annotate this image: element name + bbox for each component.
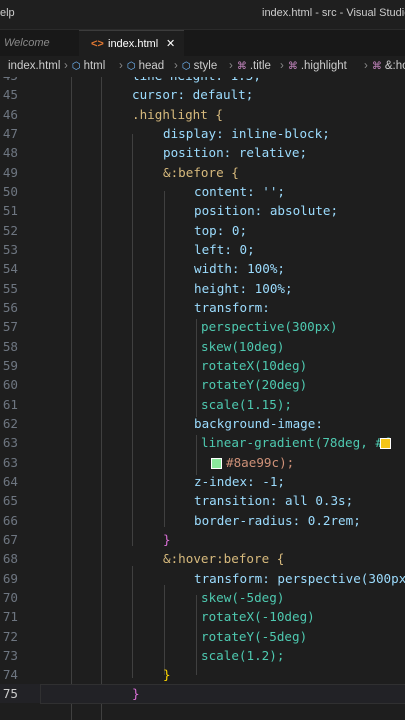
code-line[interactable]: 72 rotateY(-5deg) bbox=[0, 627, 405, 646]
color-swatch[interactable] bbox=[211, 458, 222, 469]
code-line[interactable]: 50 content: ''; bbox=[0, 182, 405, 201]
code-line[interactable]: 70 skew(-5deg) bbox=[0, 588, 405, 607]
tab-bar: Welcome <> index.html ✕ bbox=[0, 30, 405, 56]
code-line[interactable]: 46 .highlight { bbox=[0, 105, 405, 124]
selector-icon: ⌘ bbox=[371, 61, 382, 72]
breadcrumb-hover[interactable]: ›⌘&:ho bbox=[364, 60, 405, 72]
selector-icon: ⌘ bbox=[287, 61, 298, 72]
element-icon: ⬡ bbox=[71, 61, 81, 72]
code-line[interactable]: 67} bbox=[0, 530, 405, 549]
breadcrumb-file[interactable]: index.html bbox=[8, 60, 60, 72]
code-line[interactable]: 56 transform: bbox=[0, 298, 405, 317]
code-line[interactable]: 47 display: inline-block; bbox=[0, 124, 405, 143]
selector-icon: ⌘ bbox=[236, 61, 247, 72]
breadcrumb-head[interactable]: › ⬡ head bbox=[119, 60, 164, 72]
code-line[interactable]: 45 cursor: default; bbox=[0, 85, 405, 104]
code-line[interactable]: 63 linear-gradient(78deg, #f bbox=[0, 433, 405, 452]
html-file-icon: <> bbox=[91, 38, 104, 50]
code-line[interactable]: 57 perspective(300px) bbox=[0, 317, 405, 336]
code-line[interactable]: 64 z-index: -1; bbox=[0, 472, 405, 491]
code-line[interactable]: 58 skew(10deg) bbox=[0, 337, 405, 356]
menu-help[interactable]: elp bbox=[0, 7, 15, 19]
code-line[interactable]: 62 background-image: bbox=[0, 414, 405, 433]
breadcrumb-style[interactable]: › ⬡ style bbox=[174, 60, 217, 72]
code-line[interactable]: 45line-height: 1.5; bbox=[0, 77, 405, 85]
code-line[interactable]: 49 &:before { bbox=[0, 163, 405, 182]
code-line[interactable]: 53 left: 0; bbox=[0, 240, 405, 259]
code-line[interactable]: 48 position: relative; bbox=[0, 143, 405, 162]
code-line[interactable]: 69 transform: perspective(300px bbox=[0, 569, 405, 588]
tab-index-html[interactable]: <> index.html ✕ bbox=[79, 30, 184, 56]
code-line[interactable]: 54 width: 100%; bbox=[0, 259, 405, 278]
code-line[interactable]: 66 border-radius: 0.2rem; bbox=[0, 511, 405, 530]
code-line[interactable]: 68 &:hover:before { bbox=[0, 549, 405, 568]
window-title: index.html - src - Visual Studio bbox=[262, 7, 405, 19]
code-line[interactable]: 52 top: 0; bbox=[0, 221, 405, 240]
code-line[interactable]: 59 rotateX(10deg) bbox=[0, 356, 405, 375]
breadcrumb-highlight[interactable]: › ⌘ .highlight bbox=[280, 60, 347, 72]
code-line[interactable]: 63 #8ae99c); bbox=[0, 453, 405, 472]
current-line[interactable]: 75} bbox=[0, 684, 405, 704]
breadcrumb-html[interactable]: › ⬡ html bbox=[64, 60, 105, 72]
close-icon[interactable]: ✕ bbox=[166, 31, 175, 57]
tab-label: index.html bbox=[108, 38, 159, 50]
code-line[interactable]: 60 rotateY(20deg) bbox=[0, 375, 405, 394]
code-line[interactable]: 73 scale(1.2); bbox=[0, 646, 405, 665]
code-line[interactable]: 55 height: 100%; bbox=[0, 279, 405, 298]
breadcrumb: index.html › ⬡ html › ⬡ head › ⬡ style › ⌘ .titl… bbox=[0, 57, 405, 77]
title-bar: elp index.html - src - Visual Studio bbox=[0, 0, 405, 30]
code-line[interactable]: 51 position: absolute; bbox=[0, 201, 405, 220]
code-line[interactable]: 61 scale(1.15); bbox=[0, 395, 405, 414]
code-line[interactable]: 65 transition: all 0.3s; bbox=[0, 491, 405, 510]
element-icon: ⬡ bbox=[126, 61, 136, 72]
breadcrumb-title[interactable]: › ⌘ .title bbox=[229, 60, 271, 72]
code-editor[interactable]: 45line-height: 1.5; 45cursor: default; 4… bbox=[0, 77, 405, 720]
code-line[interactable]: 71 rotateX(-10deg) bbox=[0, 607, 405, 626]
element-icon: ⬡ bbox=[181, 61, 191, 72]
code-line[interactable]: 74} bbox=[0, 665, 405, 684]
color-swatch[interactable] bbox=[380, 438, 391, 449]
tab-welcome[interactable]: Welcome bbox=[0, 30, 82, 56]
